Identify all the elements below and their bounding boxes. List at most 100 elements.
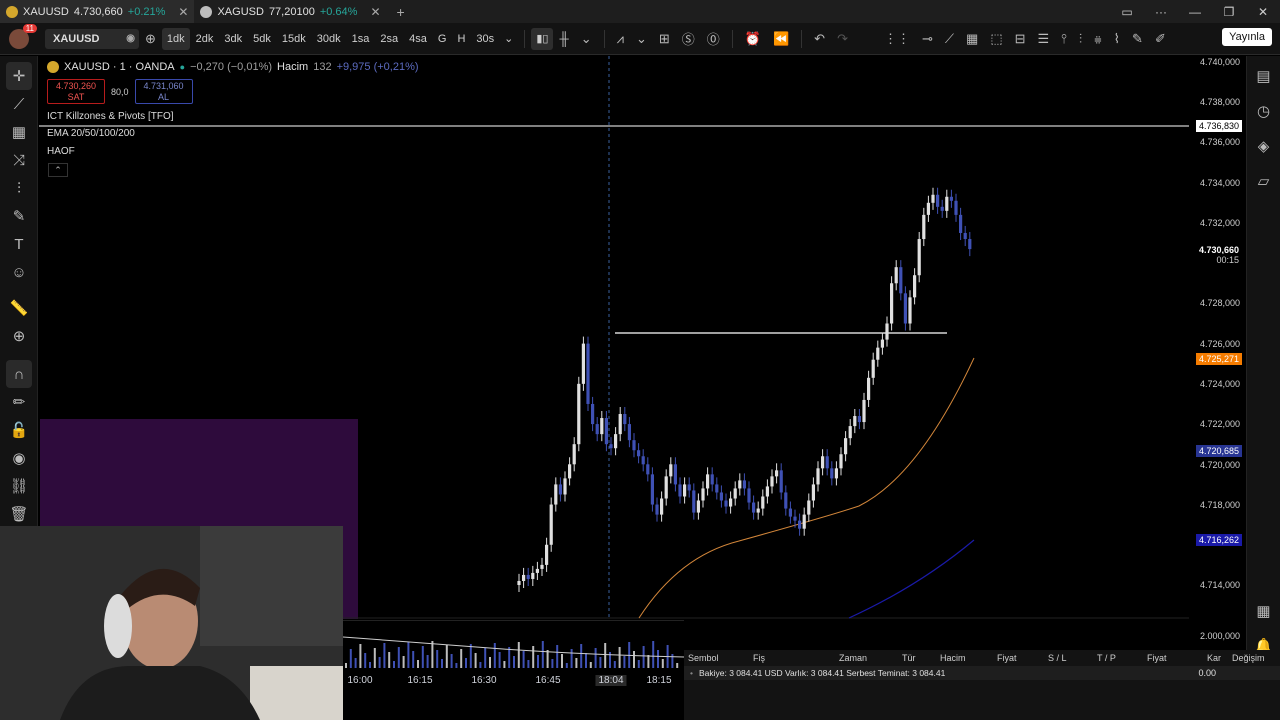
rectangle-icon[interactable]: ⬚	[984, 31, 1008, 47]
lines-icon[interactable]: ☰	[1032, 31, 1056, 47]
chat-icon[interactable]: ▱	[1247, 163, 1280, 198]
minimize-icon[interactable]: —	[1178, 5, 1212, 19]
layout-grid-icon[interactable]: ⊞	[653, 31, 676, 47]
close-window-icon[interactable]: ✕	[1246, 5, 1280, 19]
bar-type-icon[interactable]: ╫	[553, 31, 574, 46]
time-tick: 16:15	[407, 675, 433, 686]
interval-30dk[interactable]: 30dk	[312, 28, 346, 50]
forecast-icon[interactable]: ⫶	[0, 174, 38, 202]
volume-bar	[618, 647, 621, 668]
chevron-down-icon[interactable]: ⌄	[499, 28, 518, 50]
tab-xagusd[interactable]: XAGUSD 77,20100 +0.64% ✕	[194, 0, 386, 23]
grid-icon[interactable]: ▦	[960, 31, 984, 47]
tab-xauusd[interactable]: XAUUSD 4.730,660 +0.21% ✕	[0, 0, 195, 23]
trend-line-icon[interactable]: ⟋	[0, 90, 38, 118]
magnet-icon[interactable]: ∩	[6, 360, 32, 388]
sell-button[interactable]: 4.730,260 SAT	[47, 79, 105, 104]
col-header[interactable]: Tür	[902, 653, 916, 663]
emoji-icon[interactable]: ☺	[0, 258, 38, 286]
brush-icon[interactable]: ✎	[1126, 31, 1149, 47]
interval-2dk[interactable]: 2dk	[191, 28, 219, 50]
chevron-down-icon[interactable]: ⌄	[630, 31, 653, 47]
interval-2sa[interactable]: 2sa	[375, 28, 403, 50]
zero-icon[interactable]: ⓪	[701, 29, 726, 48]
watchlist-icon[interactable]: ▤	[1247, 58, 1280, 93]
redo-icon[interactable]: ↷	[831, 31, 854, 47]
channel-icon[interactable]: ⩷	[1088, 31, 1108, 47]
vertical-line-icon[interactable]: ⫯	[1055, 31, 1073, 47]
zoom-icon[interactable]: ⊕	[0, 322, 38, 350]
eye-icon[interactable]: ◉	[0, 444, 38, 472]
price-axis[interactable]: 4.740,000 4.738,000 4.736,830 4.736,000 …	[1190, 56, 1246, 656]
interval-H[interactable]: H	[452, 28, 470, 50]
replay-icon[interactable]: ⏪	[767, 31, 795, 47]
path-icon[interactable]: ⌇	[1108, 31, 1126, 47]
col-header[interactable]: Hacim	[940, 653, 966, 663]
layers-icon[interactable]: ◈	[1247, 128, 1280, 163]
more-icon[interactable]: ···	[1144, 5, 1178, 19]
close-icon[interactable]: ✕	[370, 5, 380, 19]
horizontal-line-icon[interactable]: ⊸	[916, 31, 939, 47]
s-icon[interactable]: Ⓢ	[676, 29, 701, 48]
calendar-icon[interactable]: ▦	[1247, 593, 1280, 628]
add-symbol-icon[interactable]: ⊕	[139, 31, 162, 47]
fib-icon[interactable]: ▦	[0, 118, 38, 146]
col-header[interactable]: Fiyat	[997, 653, 1017, 663]
interval-1dk[interactable]: 1dk	[161, 27, 190, 50]
interval-5dk[interactable]: 5dk	[248, 28, 276, 50]
fib-icon[interactable]: ⊟	[1009, 31, 1032, 47]
lock-icon[interactable]: 🔓	[0, 416, 38, 444]
close-icon[interactable]: ✕	[178, 5, 188, 19]
clock-icon[interactable]: ◷	[1247, 93, 1280, 128]
interval-G[interactable]: G	[433, 28, 452, 50]
chevron-down-icon[interactable]: ⌄	[575, 31, 598, 47]
interval-15dk[interactable]: 15dk	[277, 28, 311, 50]
undo-icon[interactable]: ↶	[808, 31, 831, 47]
time-axis[interactable]: 16:00 16:15 16:30 16:45 18:04 18:15	[343, 668, 684, 694]
new-tab-icon[interactable]: +	[387, 4, 415, 20]
indicator-ema[interactable]: EMA 20/50/100/200	[47, 128, 135, 139]
highlighter-icon[interactable]: ✐	[1149, 31, 1172, 47]
pattern-icon[interactable]: ⤨	[0, 146, 38, 174]
drag-handle-icon[interactable]: ⋮⋮	[878, 31, 916, 47]
candle-body	[890, 283, 894, 324]
ruler-icon[interactable]: 📏	[0, 294, 38, 322]
link-icon[interactable]: ⛓	[0, 472, 38, 500]
indicator-killzones[interactable]: ICT Killzones & Pivots [TFO]	[47, 111, 174, 122]
candle-type-icon[interactable]: ▮▯	[531, 27, 554, 50]
brush-icon[interactable]: ✎	[0, 202, 38, 230]
interval-1sa[interactable]: 1sa	[347, 28, 375, 50]
text-icon[interactable]: T	[0, 230, 38, 258]
col-header[interactable]: S / L	[1048, 653, 1067, 663]
col-header[interactable]: Değişim	[1232, 653, 1265, 663]
legend-title[interactable]: XAUUSD · 1 · OANDA	[64, 61, 175, 73]
buy-button[interactable]: 4.731,060 AL	[134, 79, 193, 104]
indicators-icon[interactable]: ⩘	[611, 31, 630, 47]
candle-body	[871, 359, 875, 378]
col-header[interactable]: Fiş	[753, 653, 765, 663]
symbol-search[interactable]: XAUUSD ◉	[45, 28, 139, 49]
col-header[interactable]: T / P	[1097, 653, 1116, 663]
eye-icon[interactable]: ◉	[126, 33, 135, 44]
interval-4sa[interactable]: 4sa	[404, 28, 432, 50]
col-header[interactable]: Fiyat	[1147, 653, 1167, 663]
trend-line-icon[interactable]: ⟋	[939, 31, 960, 47]
candle-body	[614, 434, 618, 449]
fib-retrace-icon[interactable]: ⫶	[1073, 31, 1088, 47]
publish-button[interactable]: Yayınla	[1222, 28, 1272, 46]
col-header[interactable]: Zaman	[839, 653, 867, 663]
expand-icon[interactable]: •	[690, 668, 693, 678]
layout-icon[interactable]: ▭	[1110, 5, 1144, 19]
interval-3dk[interactable]: 3dk	[219, 28, 247, 50]
interval-30s[interactable]: 30s	[471, 28, 499, 50]
alert-icon[interactable]: ⏰	[739, 31, 767, 47]
col-header[interactable]: Sembol	[688, 653, 719, 663]
pencil-lock-icon[interactable]: ✏	[0, 388, 38, 416]
indicator-haof[interactable]: HAOF	[47, 146, 75, 157]
trash-icon[interactable]: 🗑	[0, 500, 38, 528]
crosshair-icon[interactable]: ✛	[6, 62, 32, 90]
avatar[interactable]: 11	[9, 23, 37, 49]
maximize-icon[interactable]: ❐	[1212, 5, 1246, 19]
col-header[interactable]: Kar	[1207, 653, 1221, 663]
collapse-legend-icon[interactable]: ⌃	[48, 163, 68, 177]
